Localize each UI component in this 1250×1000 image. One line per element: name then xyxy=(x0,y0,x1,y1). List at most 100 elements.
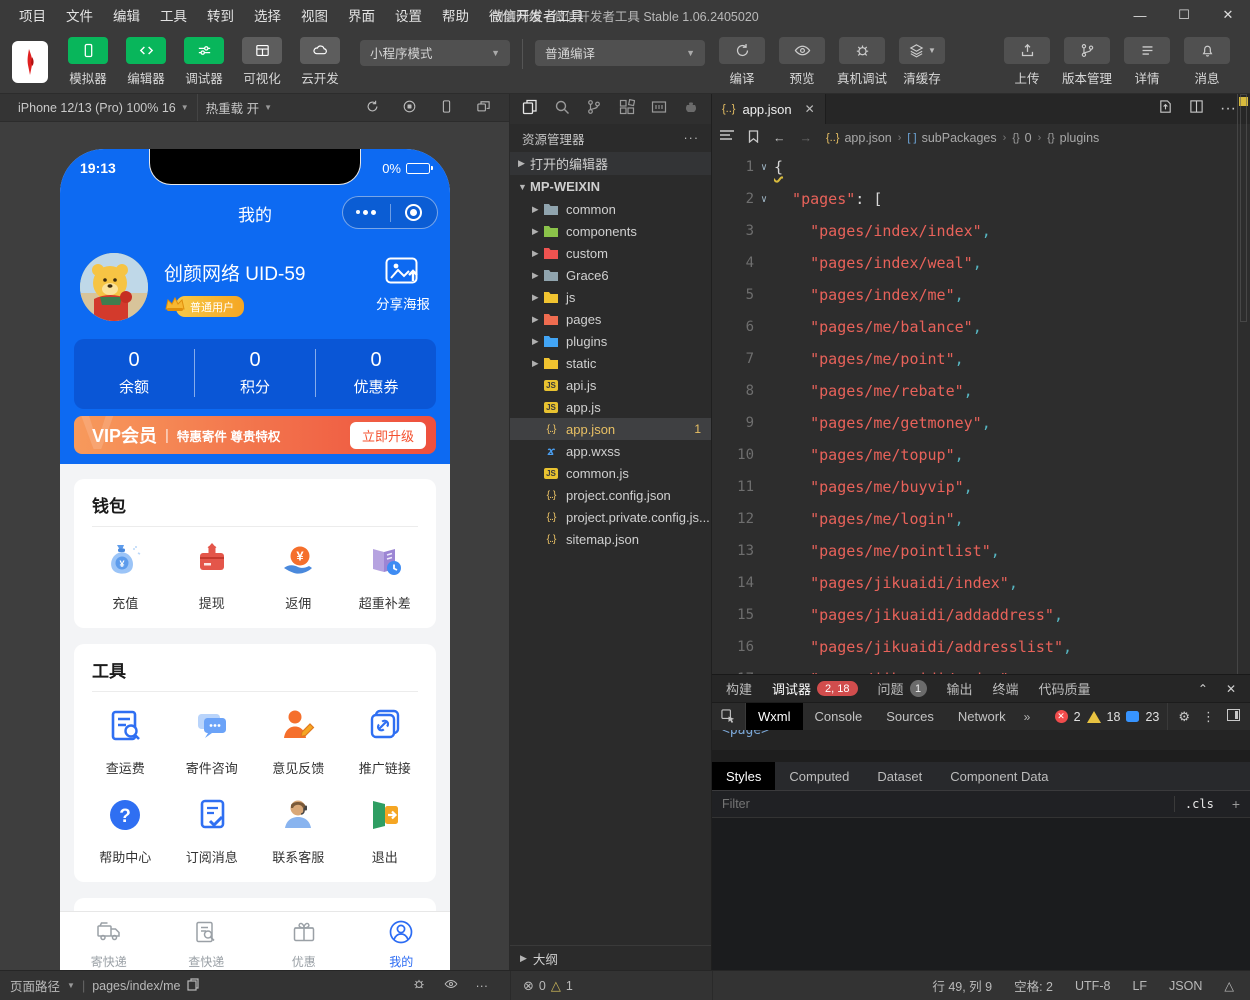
dock-side-icon[interactable] xyxy=(1227,709,1240,724)
debug-tab-构建[interactable]: 构建 xyxy=(726,679,752,698)
status-item[interactable]: UTF-8 xyxy=(1075,979,1110,993)
styles-tab-Component-Data[interactable]: Component Data xyxy=(936,762,1062,790)
menu-item-选择[interactable]: 选择 xyxy=(245,2,290,28)
project-root[interactable]: ▼ MP-WEIXIN xyxy=(510,175,711,198)
tree-item-static[interactable]: ▶static xyxy=(510,352,711,374)
issue-counts[interactable]: ✕ 2 18 23 xyxy=(1055,710,1168,724)
more-icon[interactable] xyxy=(343,210,390,215)
styles-tab-Dataset[interactable]: Dataset xyxy=(863,762,936,790)
feature-rebate[interactable]: ¥返佣 xyxy=(255,541,342,612)
status-item[interactable]: JSON xyxy=(1169,979,1202,993)
share-poster-button[interactable]: 分享海报 xyxy=(376,253,430,313)
vip-banner[interactable]: VIP会员 | 特惠寄件 尊贵特权 立即升级 xyxy=(74,416,436,454)
tree-item-project.config.json[interactable]: {..}project.config.json xyxy=(510,484,711,506)
mode-button[interactable]: 模拟器 xyxy=(62,37,114,87)
debug-tab-问题[interactable]: 问题1 xyxy=(878,679,927,698)
maximize-button[interactable]: ☐ xyxy=(1162,0,1206,30)
mode-select[interactable]: 小程序模式▼ xyxy=(360,40,510,66)
toolbar-button[interactable]: 详情 xyxy=(1118,37,1176,87)
debug-tab-调试器[interactable]: 调试器2, 18 xyxy=(772,679,857,698)
hot-reload-toggle[interactable]: 热重载 开▼ xyxy=(198,94,280,121)
filter-input[interactable] xyxy=(722,797,1174,811)
outline-section[interactable]: ▶ 大纲 xyxy=(510,945,711,970)
stat-item[interactable]: 0余额 xyxy=(74,349,194,397)
menu-item-编辑[interactable]: 编辑 xyxy=(104,2,149,28)
debug-tab-输出[interactable]: 输出 xyxy=(947,679,973,698)
split-editor-icon[interactable] xyxy=(1189,99,1204,119)
stat-item[interactable]: 0积分 xyxy=(194,349,315,397)
action-button[interactable]: 预览 xyxy=(773,37,831,87)
menu-item-设置[interactable]: 设置 xyxy=(386,2,431,28)
tree-item-Grace6[interactable]: ▶Grace6 xyxy=(510,264,711,286)
more-icon[interactable]: ··· xyxy=(476,979,489,993)
tree-item-pages[interactable]: ▶pages xyxy=(510,308,711,330)
status-item[interactable]: 行 49, 列 9 xyxy=(932,976,992,995)
mode-button[interactable]: 云开发 xyxy=(294,37,346,87)
cls-button[interactable]: .cls xyxy=(1174,796,1224,812)
kebab-menu-icon[interactable]: ⋮ xyxy=(1202,709,1215,725)
debug-tab-代码质量[interactable]: 代码质量 xyxy=(1039,679,1091,698)
remote-debug-icon[interactable] xyxy=(412,977,426,994)
menu-item-文件[interactable]: 文件 xyxy=(57,2,102,28)
menu-item-帮助[interactable]: 帮助 xyxy=(433,2,478,28)
tree-item-app.json[interactable]: {..}app.json1 xyxy=(510,418,711,440)
status-item[interactable]: LF xyxy=(1132,979,1147,993)
close-miniprogram-icon[interactable] xyxy=(391,204,438,221)
devtools-tab-Sources[interactable]: Sources xyxy=(874,703,946,730)
settings-gear-icon[interactable]: ⚙ xyxy=(1178,709,1190,725)
debug-tab-终端[interactable]: 终端 xyxy=(993,679,1019,698)
close-tab-icon[interactable]: ✕ xyxy=(805,102,815,116)
mode-button[interactable]: 可视化 xyxy=(236,37,288,87)
devtools-tab-Network[interactable]: Network xyxy=(946,703,1018,730)
tree-item-js[interactable]: ▶js xyxy=(510,286,711,308)
add-style-icon[interactable]: + xyxy=(1224,796,1240,812)
action-button[interactable]: 真机调试 xyxy=(833,37,891,87)
npm-box-icon[interactable] xyxy=(651,99,667,120)
devtools-tab-Wxml[interactable]: Wxml xyxy=(746,703,803,730)
feature-recharge[interactable]: ¥充值 xyxy=(82,541,169,612)
menu-item-项目[interactable]: 项目 xyxy=(10,2,55,28)
menu-item-转到[interactable]: 转到 xyxy=(198,2,243,28)
tab-我的[interactable]: 我的 xyxy=(353,912,451,970)
tab-app-json[interactable]: {..} app.json ✕ xyxy=(712,94,826,124)
open-editors-section[interactable]: ▶ 打开的编辑器 xyxy=(510,152,711,175)
devtools-tab-Console[interactable]: Console xyxy=(803,703,875,730)
record-icon[interactable] xyxy=(402,99,417,117)
problems-summary[interactable]: ⊗0 △1 xyxy=(510,971,712,1000)
stat-item[interactable]: 0优惠券 xyxy=(315,349,436,397)
git-icon[interactable] xyxy=(586,99,602,120)
avatar[interactable] xyxy=(80,253,148,321)
close-button[interactable]: ✕ xyxy=(1206,0,1250,30)
upgrade-button[interactable]: 立即升级 xyxy=(350,422,426,449)
feature-logout[interactable]: 退出 xyxy=(342,795,429,866)
status-item[interactable]: 空格: 2 xyxy=(1014,976,1053,995)
tab-优惠[interactable]: 优惠 xyxy=(255,912,353,970)
open-changes-icon[interactable] xyxy=(1158,99,1173,119)
compile-select[interactable]: 普通编译▼ xyxy=(535,40,705,66)
tree-item-app.wxss[interactable]: ϫapp.wxss xyxy=(510,440,711,462)
menu-item-工具[interactable]: 工具 xyxy=(151,2,196,28)
more-icon[interactable]: ··· xyxy=(684,131,700,145)
feature-subscribe[interactable]: 订阅消息 xyxy=(169,795,256,866)
feature-feedback[interactable]: 意见反馈 xyxy=(255,706,342,777)
inspect-element-icon[interactable] xyxy=(712,703,746,730)
toolbar-button[interactable]: 消息 xyxy=(1178,37,1236,87)
search-icon[interactable] xyxy=(554,99,570,120)
breadcrumb-item[interactable]: {}plugins xyxy=(1047,131,1099,145)
restart-icon[interactable] xyxy=(365,99,380,117)
code-area[interactable]: 1∨{2∨ "pages": [3 "pages/index/index",4 … xyxy=(712,151,1250,674)
back-icon[interactable]: ← xyxy=(773,131,786,145)
app-logo[interactable] xyxy=(12,41,48,83)
files-icon[interactable] xyxy=(522,99,538,120)
breadcrumb-item[interactable]: {}0 xyxy=(1012,131,1031,145)
outline-list-icon[interactable] xyxy=(720,130,734,145)
feature-promo-link[interactable]: 推广链接 xyxy=(342,706,429,777)
more-tabs-icon[interactable]: » xyxy=(1018,710,1037,724)
bookmark-icon[interactable] xyxy=(748,130,759,146)
menu-item-视图[interactable]: 视图 xyxy=(292,2,337,28)
feature-overweight[interactable]: 超重补差 xyxy=(342,541,429,612)
feature-help[interactable]: ?帮助中心 xyxy=(82,795,169,866)
tree-item-project.private.config.js...[interactable]: {..}project.private.config.js... xyxy=(510,506,711,528)
feature-withdraw[interactable]: 提现 xyxy=(169,541,256,612)
editor-scrollbar[interactable] xyxy=(1237,94,1250,674)
